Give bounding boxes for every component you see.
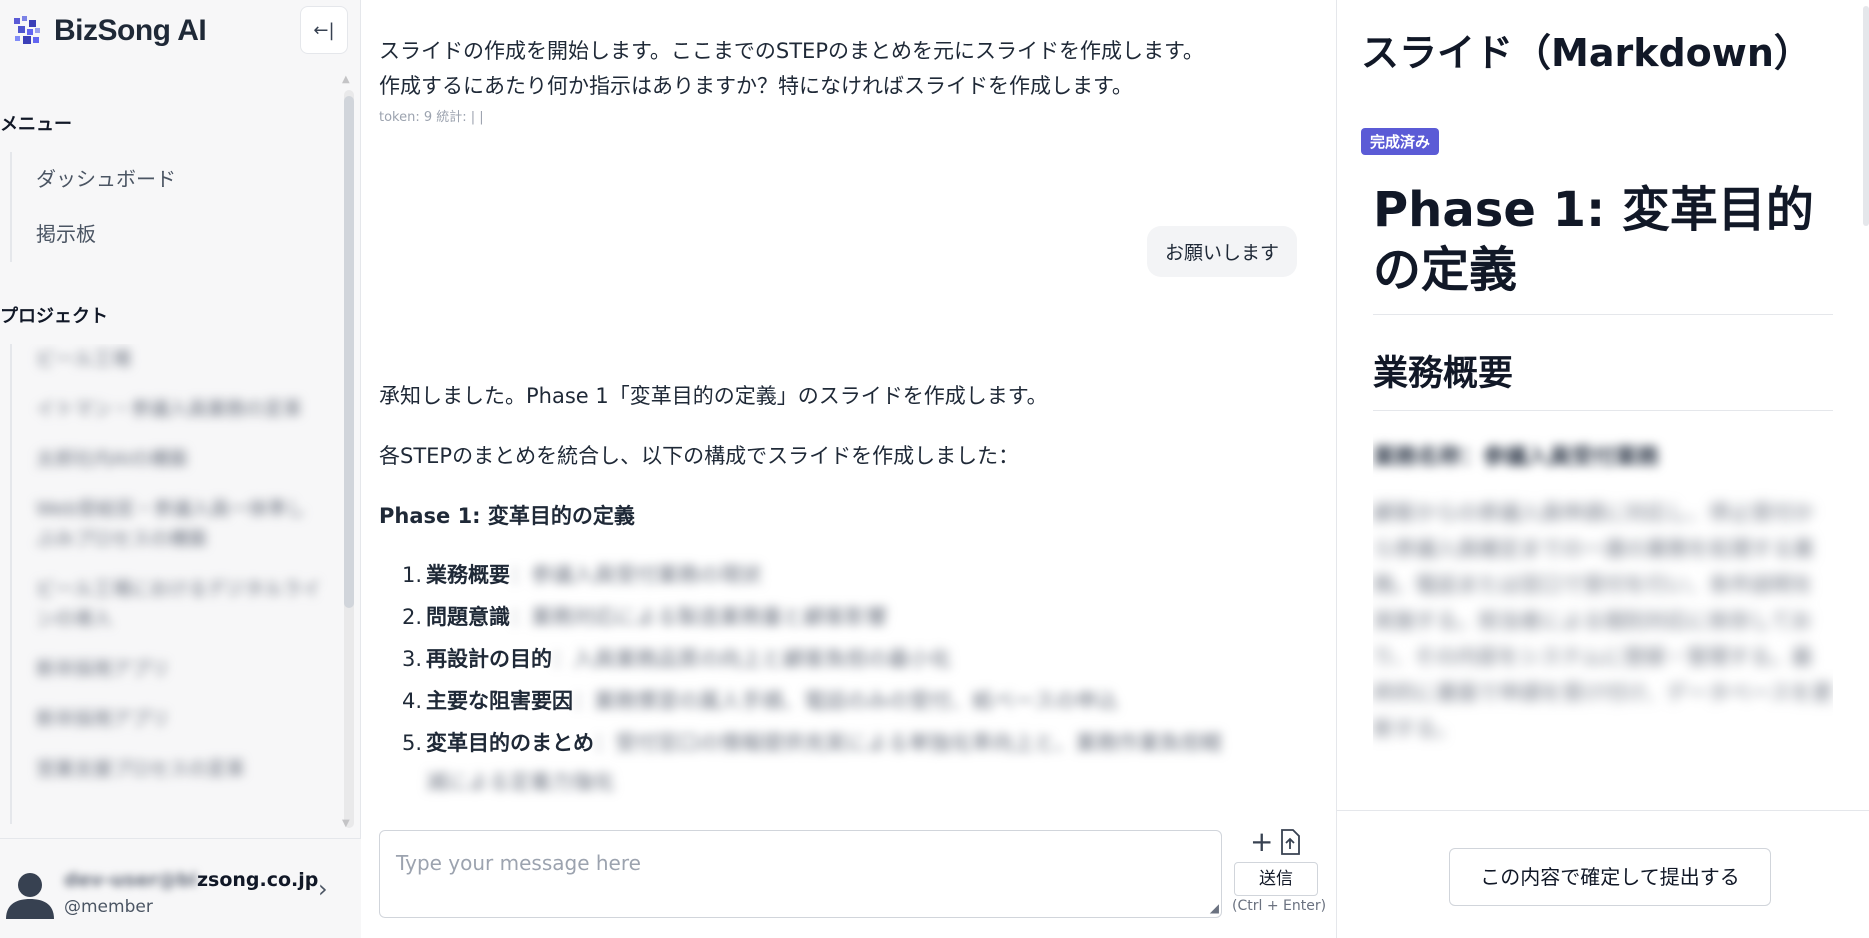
brand-name: BizSong AI [54, 14, 207, 47]
scroll-down-icon[interactable]: ▼ [342, 818, 350, 829]
resize-handle-icon[interactable]: ◢ [1210, 901, 1219, 915]
ai-message-line: 作成するにあたり何か指示はありますか？特になければスライドを作成します。 [379, 74, 1133, 98]
list-number: 3. [402, 647, 423, 671]
list-item: 3. 再設計の目的 ：入員業務品質の向上と顧客負担の最小化 [402, 638, 1302, 680]
project-item[interactable]: イトマン・参議入員業務の変革 [12, 394, 330, 424]
ai-message-line: 承知しました。Phase 1「変革目的の定義」のスライドを作成します。 [379, 384, 1048, 408]
avatar-icon [6, 873, 54, 919]
doc-paragraph: 顧客からの参議入員申請に対応し、停止受付から参議入員確定までの一連の業務を処理す… [1373, 501, 1833, 741]
token-info: token: 9 統計: | | [379, 110, 484, 125]
plus-icon[interactable]: + [1250, 828, 1273, 856]
user-email-masked: dev-user@bi [64, 869, 197, 891]
project-item[interactable]: Web受給窓・参議入員一体準しぶみプロセスの構築 [12, 494, 330, 554]
chevron-right-icon[interactable]: › [318, 875, 328, 903]
scroll-up-icon[interactable]: ▲ [342, 74, 350, 85]
sidebar: BizSong AI ←| メニュー ダッシュボード 掲示板 プロジェクト ビー… [0, 0, 361, 938]
user-message-bubble: お願いします [1146, 226, 1297, 277]
list-detail: ：受付窓口の情報提供充実による単独化率向上と、業務作業負担軽 [594, 731, 1223, 755]
menu-list: ダッシュボード 掲示板 [10, 152, 176, 262]
list-number: 2. [402, 605, 423, 629]
doc-heading-2: 業務概要 [1373, 345, 1833, 411]
user-profile[interactable]: dev-user@bizsong.co.jp @member › [0, 838, 361, 938]
send-shortcut-hint: (Ctrl + Enter) [1232, 898, 1327, 914]
sidebar-scrollbar[interactable]: ▲ ▼ [342, 74, 354, 834]
list-item: 4. 主要な阻害要因 ：業務慣習の属人手順、電話のみの受付、紙ベースの申込 [402, 680, 1302, 722]
list-detail: ：参議入員受付業務の現状 [510, 563, 762, 587]
list-item-wrap: 減による定着力強化 [402, 764, 1302, 800]
user-email-domain: zsong.co.jp [196, 869, 319, 891]
message-input-placeholder: Type your message here [396, 851, 641, 875]
ai-message-heading: Phase 1: 変革目的の定義 [379, 504, 635, 528]
list-number: 1. [402, 563, 423, 587]
user-email: dev-user@bizsong.co.jp [64, 869, 318, 891]
list-head: 業務概要 [426, 563, 510, 587]
doc-subheading: 業務名称：参議入員受付業務 [1373, 445, 1660, 470]
scroll-thumb[interactable] [344, 96, 354, 608]
list-detail: ：業務慣習の属人手順、電話のみの受付、紙ベースの申込 [573, 689, 1118, 713]
user-role: @member [64, 897, 153, 917]
list-item: 2. 問題意識 ：業務対応による製造業務量と顧客影響 [402, 596, 1302, 638]
panel-title: スライド（Markdown） [1361, 31, 1812, 75]
list-detail: ：業務対応による製造業務量と顧客影響 [510, 605, 888, 629]
projects-section-title: プロジェクト [0, 306, 108, 327]
project-item[interactable]: 営業支援プロセスの変革 [12, 754, 330, 784]
project-item[interactable]: 新卒採用アプリ [12, 704, 330, 734]
sidebar-item-board[interactable]: 掲示板 [12, 207, 176, 262]
brand[interactable]: BizSong AI [12, 14, 207, 48]
markdown-preview: Phase 1: 変革目的の定義 業務概要 業務名称：参議入員受付業務 顧客から… [1373, 180, 1833, 800]
chat-area: スライドの作成を開始します。ここまでのSTEPのまとめを元にスライドを作成します… [362, 0, 1335, 938]
project-item[interactable]: 太郎社内AIの構築 [12, 444, 330, 474]
menu-section-title: メニュー [0, 114, 72, 135]
sidebar-item-dashboard[interactable]: ダッシュボード [12, 152, 176, 207]
list-item: 1. 業務概要 ：参議入員受付業務の現状 [402, 554, 1302, 596]
list-detail: ：入員業務品質の向上と顧客負担の最小化 [552, 647, 951, 671]
app-root: BizSong AI ←| メニュー ダッシュボード 掲示板 プロジェクト ビー… [0, 0, 1869, 938]
upload-file-icon[interactable] [1279, 829, 1301, 855]
list-head: 再設計の目的 [426, 647, 552, 671]
ai-outline-list: 1. 業務概要 ：参議入員受付業務の現状 2. 問題意識 ：業務対応による製造業務量と顧… [402, 554, 1302, 800]
project-item[interactable]: ビール工場におけるデジタルラインの導入 [12, 574, 330, 634]
composer-tools: + [1250, 828, 1301, 856]
collapse-left-icon: ←| [313, 19, 335, 41]
list-head: 変革目的のまとめ [426, 731, 594, 755]
project-list: ビール工場 イトマン・参議入員業務の変革 太郎社内AIの構築 Web受給窓・参議… [10, 344, 330, 824]
doc-heading-1: Phase 1: 変革目的の定義 [1373, 180, 1833, 315]
slide-panel: スライド（Markdown） 完成済み Phase 1: 変革目的の定義 業務概… [1336, 0, 1869, 938]
divider [1337, 810, 1869, 811]
project-item[interactable]: 新卒採用アプリ [12, 654, 330, 684]
confirm-submit-button[interactable]: この内容で確定して提出する [1449, 848, 1771, 906]
list-detail: 減による定着力強化 [426, 770, 615, 794]
list-head: 主要な阻害要因 [426, 689, 573, 713]
send-button[interactable]: 送信 [1234, 862, 1318, 896]
message-input[interactable]: Type your message here ◢ [379, 830, 1222, 918]
status-badge: 完成済み [1361, 128, 1440, 155]
list-item: 5. 変革目的のまとめ ：受付窓口の情報提供充実による単独化率向上と、業務作業負担軽 [402, 722, 1302, 764]
project-item[interactable]: ビール工場 [12, 344, 330, 374]
ai-message-line: 各STEPのまとめを統合し、以下の構成でスライドを作成しました： [379, 444, 1020, 468]
ai-message-line: スライドの作成を開始します。ここまでのSTEPのまとめを元にスライドを作成します… [379, 39, 1204, 63]
list-number: 4. [402, 689, 423, 713]
panel-scrollbar[interactable] [1863, 6, 1869, 226]
list-number: 5. [402, 731, 423, 755]
logo-icon [14, 16, 40, 44]
collapse-sidebar-button[interactable]: ←| [300, 6, 348, 54]
list-head: 問題意識 [426, 605, 510, 629]
